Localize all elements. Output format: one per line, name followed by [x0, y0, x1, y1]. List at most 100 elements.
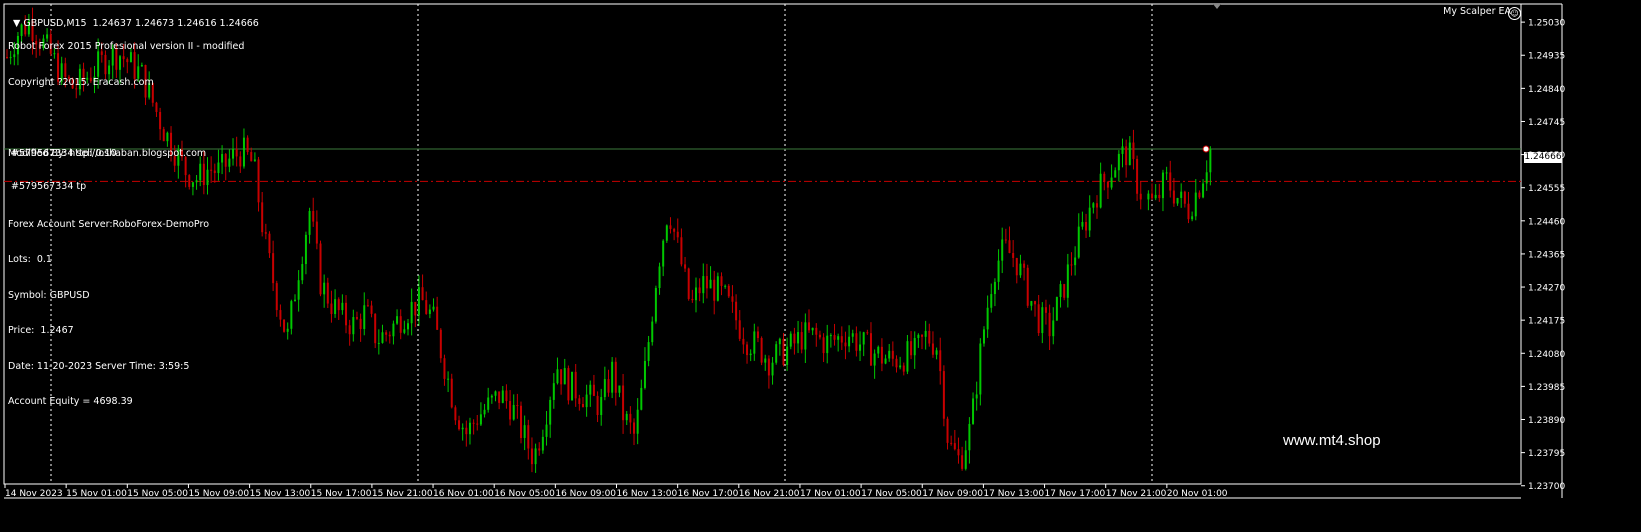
chart-canvas[interactable]: 1.250301.249351.248401.247451.246501.245… — [0, 0, 1641, 528]
candle-body — [669, 225, 672, 229]
watermark-text: www.mt4.shop — [1283, 432, 1381, 449]
tp-order-label[interactable]: #579567334 tp — [11, 181, 86, 192]
candle-body — [993, 281, 996, 295]
candle-body — [1154, 194, 1157, 199]
candle-body — [968, 423, 971, 451]
candle-body — [363, 305, 366, 330]
candle-body — [447, 378, 450, 380]
candle-body — [913, 338, 916, 356]
candle-body — [946, 418, 949, 443]
candle-body — [917, 334, 920, 339]
candle-body — [571, 371, 574, 401]
candle-body — [253, 159, 256, 162]
candle-body — [687, 268, 690, 299]
candle-body — [877, 346, 880, 354]
smiley-face-icon[interactable]: ☺ — [1508, 7, 1521, 20]
info-line: Lots: 0.1 — [8, 254, 52, 265]
candle-body — [1194, 192, 1197, 217]
candle-body — [1121, 146, 1124, 154]
candle-body — [1074, 257, 1077, 266]
candle-body — [775, 344, 778, 363]
candle-body — [888, 350, 891, 359]
candle-body — [1019, 263, 1022, 276]
candle-body — [859, 344, 862, 351]
candle-body — [1001, 239, 1004, 261]
candle-body — [771, 362, 774, 376]
candle-body — [523, 425, 526, 438]
candle-body — [345, 302, 348, 326]
candle-body — [603, 379, 606, 398]
chart-shift-icon — [1213, 4, 1221, 9]
candle-body — [942, 371, 945, 419]
candle-body — [906, 341, 909, 372]
candle-body — [833, 335, 836, 340]
candle-body — [512, 405, 515, 420]
candle-body — [509, 401, 512, 420]
candle-body — [534, 448, 537, 465]
candle-body — [250, 152, 253, 162]
candle-body — [1128, 142, 1131, 166]
candle-body — [1023, 263, 1026, 268]
candle-body — [476, 423, 479, 425]
candle-body — [494, 391, 497, 396]
time-tick-label: 17 Nov 05:00 — [861, 489, 922, 499]
info-line: Copyright ?2015, Eracash.com — [8, 76, 154, 88]
candle-body — [735, 301, 738, 321]
candle-body — [374, 313, 377, 344]
candle-body — [490, 395, 493, 398]
candle-body — [705, 276, 708, 289]
candle-body — [315, 221, 318, 244]
candle-body — [1088, 207, 1091, 231]
candle-body — [662, 240, 665, 267]
candle-body — [625, 413, 628, 421]
candlestick-chart[interactable]: 1.250301.249351.248401.247451.246501.245… — [0, 0, 1641, 528]
time-tick-label: 15 Nov 05:00 — [127, 489, 188, 499]
candle-body — [1008, 240, 1011, 253]
info-line: Robot Forex 2015 Profesional version II … — [8, 41, 245, 52]
expert-advisor-label[interactable]: My Scalper EA — [1443, 6, 1511, 17]
candle-body — [1136, 158, 1139, 194]
candle-body — [246, 137, 249, 153]
candle-body — [742, 338, 745, 345]
time-tick-label: 17 Nov 21:00 — [1106, 489, 1167, 499]
candle-body — [640, 387, 643, 410]
candle-body — [257, 159, 260, 203]
info-line: Date: 11-20-2023 Server Time: 3:59:5 — [8, 360, 190, 372]
candle-body — [348, 325, 351, 335]
candle-body — [1198, 192, 1201, 198]
candle-body — [673, 228, 676, 232]
candle-body — [501, 390, 504, 403]
candle-body — [337, 299, 340, 311]
candle-body — [1151, 193, 1154, 199]
candle-body — [589, 384, 592, 395]
price-tick-label: 1.24555 — [1528, 184, 1565, 194]
candle-body — [684, 264, 687, 269]
candle-body — [297, 280, 300, 300]
candle-body — [665, 225, 668, 241]
candle-body — [614, 361, 617, 393]
candle-body — [330, 303, 333, 315]
candle-body — [840, 336, 843, 343]
trade-marker-icon — [1202, 145, 1210, 153]
candle-body — [979, 343, 982, 395]
sell-order-label[interactable]: #579567334 sell 0.10 — [11, 148, 117, 159]
candle-body — [1205, 172, 1208, 184]
candle-body — [505, 390, 508, 402]
candle-body — [1085, 221, 1088, 231]
candle-body — [654, 287, 657, 322]
candle-body — [869, 333, 872, 366]
candle-body — [713, 279, 716, 301]
candle-body — [472, 422, 475, 424]
candle-body — [1103, 173, 1106, 182]
candle-body — [1041, 307, 1044, 334]
info-line: Symbol: GBPUSD — [8, 289, 90, 301]
candle-body — [658, 266, 661, 288]
candle-body — [1161, 172, 1164, 199]
candle-body — [334, 299, 337, 315]
candle-body — [388, 334, 391, 337]
candle-body — [629, 413, 632, 423]
candle-body — [290, 301, 293, 329]
candle-body — [676, 231, 679, 238]
candle-body — [538, 448, 541, 451]
time-tick-label: 16 Nov 01:00 — [433, 489, 494, 499]
